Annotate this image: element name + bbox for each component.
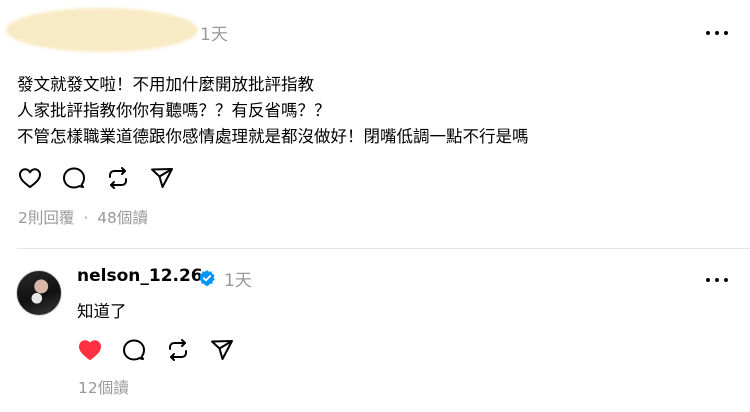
reply-like-button[interactable] — [78, 338, 102, 362]
repost-icon — [109, 167, 127, 189]
avatar[interactable] — [16, 270, 62, 316]
more-icon — [706, 31, 710, 35]
reply-actions — [78, 338, 254, 362]
comment-button[interactable] — [62, 166, 86, 190]
post-timestamp: 1天 — [200, 25, 228, 45]
post-actions — [18, 166, 194, 190]
more-icon — [706, 278, 710, 282]
reply-body: 知道了 — [77, 302, 127, 321]
threads-page: 1天 發文就發文啦！不用加什麼開放批評指教 人家批評指教你你有聽嗎？？有反省嗎？… — [0, 0, 750, 412]
heart-icon — [79, 340, 101, 360]
reply-username[interactable]: nelson_12.26 — [77, 266, 203, 286]
comment-icon — [123, 339, 145, 361]
share-button[interactable] — [150, 166, 174, 190]
post-body-line: 發文就發文啦！不用加什麼開放批評指教 — [17, 75, 314, 94]
reply-timestamp: 1天 — [224, 271, 252, 291]
heart-icon — [19, 168, 41, 188]
share-icon — [151, 168, 173, 188]
share-icon — [211, 340, 233, 360]
stats-separator: · — [83, 209, 89, 227]
reply-more-button[interactable] — [706, 275, 728, 285]
repost-button[interactable] — [106, 166, 130, 190]
views-count[interactable]: 48個讀 — [97, 209, 148, 227]
post-stats: 2則回覆 · 48個讀 — [18, 206, 148, 228]
reply-views-count[interactable]: 12個讀 — [78, 376, 129, 398]
divider — [17, 248, 750, 249]
reply-repost-button[interactable] — [166, 338, 190, 362]
post-body-line: 不管怎樣職業道德跟你感情處理就是都沒做好！閉嘴低調一點不行是嗎 — [17, 127, 529, 146]
verified-icon — [199, 270, 215, 286]
repost-icon — [169, 339, 187, 361]
post-body: 發文就發文啦！不用加什麼開放批評指教 人家批評指教你你有聽嗎？？有反省嗎？？ 不… — [17, 72, 529, 150]
comment-icon — [63, 167, 85, 189]
like-button[interactable] — [18, 166, 42, 190]
redacted-username — [6, 8, 198, 52]
reply-comment-button[interactable] — [122, 338, 146, 362]
replies-count-link[interactable]: 2則回覆 — [18, 209, 74, 227]
post-more-button[interactable] — [706, 28, 728, 38]
reply-share-button[interactable] — [210, 338, 234, 362]
post-body-line: 人家批評指教你你有聽嗎？？有反省嗎？？ — [17, 101, 331, 120]
